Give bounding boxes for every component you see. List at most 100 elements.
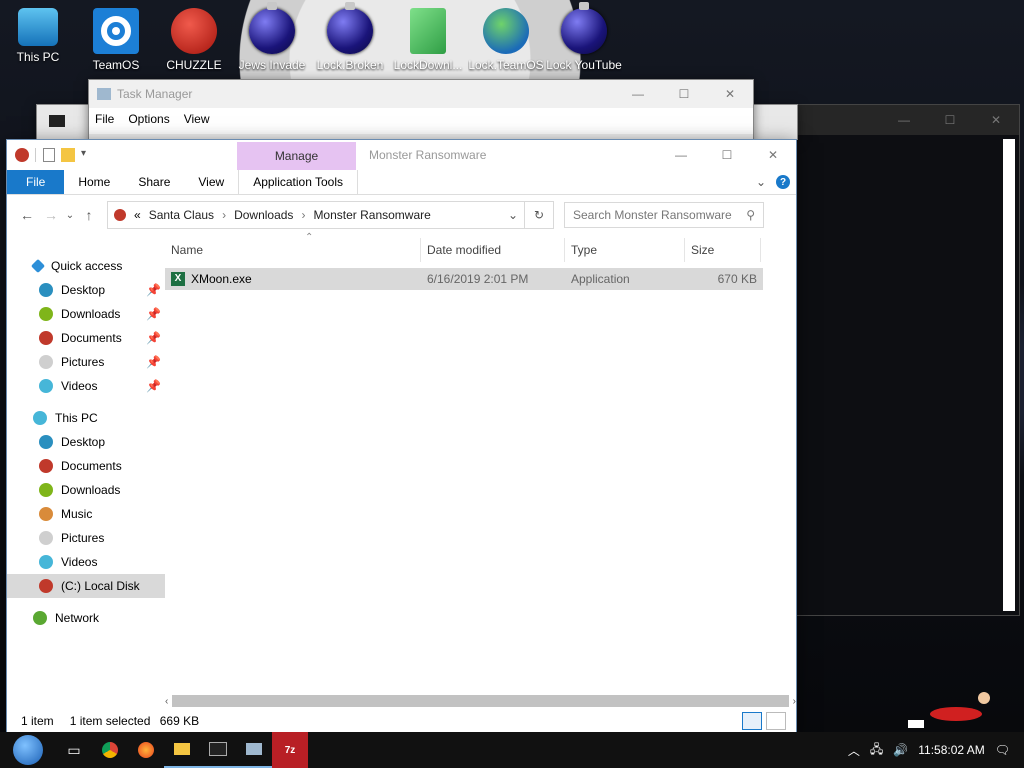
horizontal-scrollbar[interactable]: ‹ ›	[165, 693, 796, 709]
nav-quick-documents[interactable]: Documents 📌	[7, 326, 165, 350]
desktop-icon-lock-youtube[interactable]: Lock YouTube	[546, 2, 622, 72]
refresh-button[interactable]: ↻	[525, 201, 554, 229]
pin-icon[interactable]: 📌	[146, 355, 161, 369]
minimize-button[interactable]: —	[615, 79, 661, 109]
explorer-titlebar[interactable]: ▾ Manage Monster Ransomware — ☐ ✕	[7, 140, 796, 170]
nav-quick-pictures[interactable]: Pictures 📌	[7, 350, 165, 374]
tab-view[interactable]: View	[184, 170, 238, 194]
maximize-button[interactable]: ☐	[704, 140, 750, 170]
desktop-icon-lock-teamos[interactable]: Lock.TeamOS	[468, 6, 544, 72]
expand-ribbon-icon[interactable]: ⌄	[756, 175, 766, 189]
pin-icon[interactable]: 📌	[146, 307, 161, 321]
desktop-icon-lockdownl[interactable]: LockDownl...	[390, 6, 466, 72]
nav-pc-downloads[interactable]: Downloads	[7, 478, 165, 502]
pin-icon[interactable]: 📌	[146, 379, 161, 393]
task-manager-taskbar-icon[interactable]	[236, 732, 272, 768]
volume-icon[interactable]: 🔊	[893, 743, 908, 757]
desktop-icon-chuzzle[interactable]: CHUZZLE	[156, 6, 232, 72]
maximize-button[interactable]: ☐	[927, 105, 973, 135]
minimize-button[interactable]: —	[658, 140, 704, 170]
nav-pc-pictures[interactable]: Pictures	[7, 526, 165, 550]
notifications-icon[interactable]: 🗨	[995, 743, 1010, 757]
properties-icon[interactable]	[43, 148, 55, 162]
chrome-icon[interactable]	[92, 732, 128, 768]
nav-quick-desktop[interactable]: Desktop 📌	[7, 278, 165, 302]
scroll-left-icon[interactable]: ‹	[165, 696, 168, 707]
scroll-right-icon[interactable]: ›	[793, 696, 796, 707]
nav-pc-music[interactable]: Music	[7, 502, 165, 526]
nav-this-pc[interactable]: This PC	[7, 406, 165, 430]
scrollbar-thumb[interactable]	[172, 695, 789, 707]
breadcrumb-separator-icon[interactable]: ›	[222, 208, 226, 222]
maximize-button[interactable]: ☐	[661, 79, 707, 109]
menu-view[interactable]: View	[184, 112, 210, 130]
nav-quick-downloads[interactable]: Downloads 📌	[7, 302, 165, 326]
cmd-taskbar-icon[interactable]	[200, 732, 236, 768]
menu-options[interactable]: Options	[128, 112, 169, 130]
tab-file[interactable]: File	[7, 170, 65, 194]
nav-pc-local-disk[interactable]: (C:) Local Disk	[7, 574, 165, 598]
desktop-icon-teamos[interactable]: TeamOS	[78, 6, 154, 72]
breadcrumb-monster-ransomware[interactable]: Monster Ransomware	[313, 208, 430, 222]
console-window[interactable]: — ☐ ✕	[795, 104, 1020, 616]
firefox-icon[interactable]	[128, 732, 164, 768]
breadcrumb-santa-claus[interactable]: Santa Claus	[149, 208, 214, 222]
new-folder-icon[interactable]	[61, 148, 75, 162]
breadcrumb-overflow[interactable]: «	[134, 208, 141, 222]
desktop-icon-lock-broken[interactable]: Lock.Broken	[312, 2, 388, 72]
nav-pc-documents[interactable]: Documents	[7, 454, 165, 478]
breadcrumb-downloads[interactable]: Downloads	[234, 208, 293, 222]
nav-pc-videos[interactable]: Videos	[7, 550, 165, 574]
column-date-modified[interactable]: Date modified	[421, 238, 565, 262]
minimize-button[interactable]: —	[881, 105, 927, 135]
help-icon[interactable]: ?	[776, 175, 790, 189]
file-name-cell: X XMoon.exe	[165, 267, 421, 291]
tab-share[interactable]: Share	[124, 170, 184, 194]
up-button[interactable]: ↑	[77, 203, 101, 227]
file-explorer-window[interactable]: ▾ Manage Monster Ransomware — ☐ ✕ File H…	[6, 139, 797, 734]
start-button[interactable]	[0, 732, 56, 768]
address-bar[interactable]: « Santa Claus › Downloads › Monster Rans…	[107, 201, 525, 229]
show-hidden-icons-icon[interactable]: ︿	[848, 742, 860, 759]
monitor-icon	[18, 8, 58, 46]
close-button[interactable]: ✕	[750, 140, 796, 170]
network-tray-icon[interactable]: 🖧	[870, 740, 883, 761]
close-button[interactable]: ✕	[707, 79, 753, 109]
pin-icon[interactable]: 📌	[146, 283, 161, 297]
breadcrumb-separator-icon[interactable]: ›	[301, 208, 305, 222]
tab-application-tools[interactable]: Application Tools	[238, 170, 359, 194]
console-scrollbar[interactable]	[1003, 139, 1015, 611]
chevron-down-icon[interactable]: ▾	[81, 148, 86, 162]
column-size[interactable]: Size	[685, 238, 761, 262]
nav-quick-access[interactable]: Quick access	[7, 254, 165, 278]
desktop-icon-jews-invade[interactable]: Jews Invade	[234, 2, 310, 72]
task-view-icon[interactable]: ▭	[56, 732, 92, 768]
nav-pc-desktop[interactable]: Desktop	[7, 430, 165, 454]
search-input[interactable]: Search Monster Ransomware ⚲	[564, 202, 764, 228]
7zip-taskbar-icon[interactable]: 7z	[272, 732, 308, 768]
tab-home[interactable]: Home	[64, 170, 124, 194]
nav-label: Pictures	[61, 531, 105, 545]
file-row-xmoon[interactable]: X XMoon.exe 6/16/2019 2:01 PM Applicatio…	[165, 268, 763, 290]
nav-network[interactable]: Network	[7, 606, 165, 630]
menu-file[interactable]: File	[95, 112, 114, 130]
forward-button[interactable]: →	[39, 203, 63, 227]
clock[interactable]: 11:58:02 AM	[918, 743, 985, 757]
task-manager-window[interactable]: Task Manager — ☐ ✕ File Options View	[88, 79, 754, 141]
large-icons-view-icon[interactable]	[766, 712, 786, 730]
column-type[interactable]: Type	[565, 238, 685, 262]
file-explorer-taskbar-icon[interactable]	[164, 732, 200, 768]
nav-quick-videos[interactable]: Videos 📌	[7, 374, 165, 398]
details-view-icon[interactable]	[742, 712, 762, 730]
column-name[interactable]: Name	[165, 238, 421, 262]
desktop-icon-this-pc[interactable]: This PC	[0, 6, 76, 64]
console-titlebar[interactable]: — ☐ ✕	[796, 105, 1019, 135]
task-manager-titlebar[interactable]: Task Manager — ☐ ✕	[89, 80, 753, 108]
ribbon-tabs: File Home Share View Application Tools ⌄…	[7, 170, 796, 195]
back-button[interactable]: ←	[15, 203, 39, 227]
tab-manage[interactable]: Manage	[237, 142, 356, 170]
close-button[interactable]: ✕	[973, 105, 1019, 135]
recent-locations-icon[interactable]: ⌄	[63, 203, 77, 227]
address-dropdown-icon[interactable]: ⌄	[508, 208, 518, 222]
pin-icon[interactable]: 📌	[146, 331, 161, 345]
